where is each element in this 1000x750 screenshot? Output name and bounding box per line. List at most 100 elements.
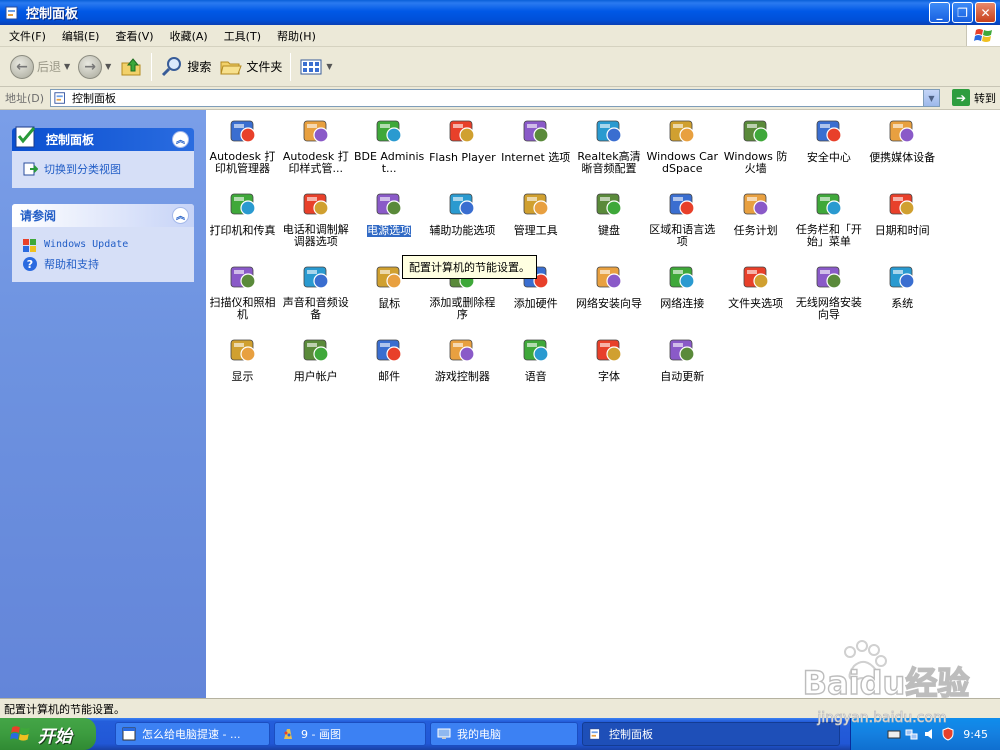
address-field[interactable]: 控制面板 ▼ — [50, 89, 940, 107]
folders-button[interactable]: 文件夹 — [215, 52, 286, 82]
task-box-header[interactable]: 控制面板 ︽ — [12, 126, 194, 151]
go-label: 转到 — [974, 91, 996, 105]
menu-help[interactable]: 帮助(H) — [268, 28, 323, 44]
go-button[interactable]: ➔ 转到 — [952, 89, 996, 106]
address-dropdown-icon[interactable]: ▼ — [923, 90, 939, 106]
window-title: 控制面板 — [26, 7, 79, 22]
control-panel-item[interactable]: 自动更新 — [646, 334, 719, 383]
control-panel-item[interactable]: 系统 — [866, 261, 939, 310]
control-panel-item[interactable]: 游戏控制器 — [426, 334, 499, 383]
task-label: 怎么给电脑提速 - ... — [142, 728, 241, 741]
address-label: 地址(D) — [5, 92, 45, 105]
control-panel-item-label: 网络连接 — [660, 297, 705, 310]
control-panel-item[interactable]: 语音 — [499, 334, 572, 383]
control-panel-item[interactable]: Realtek高清晰音频配置 — [573, 115, 646, 175]
control-panel-item[interactable]: 区域和语言选项 — [646, 188, 719, 248]
control-panel-item[interactable]: 用户帐户 — [279, 334, 352, 383]
control-panel-item-label: Windows 防火墙 — [723, 150, 788, 175]
control-panel-item-label: 辅助功能选项 — [429, 224, 496, 237]
switch-to-category-view-link[interactable]: 切换到分类视图 — [22, 159, 184, 178]
keyboard-icon — [596, 193, 622, 216]
control-panel-item-label: 电话和调制解调器选项 — [282, 223, 349, 248]
control-panel-item[interactable]: 文件夹选项 — [719, 261, 792, 310]
control-panel-item[interactable]: 声音和音频设备 — [279, 261, 352, 321]
collapse-chevron-icon[interactable]: ︽ — [172, 207, 189, 224]
close-button[interactable]: ✕ — [975, 2, 996, 23]
task-box-title: 控制面板 — [46, 133, 95, 147]
keyboard-tray-icon[interactable] — [887, 727, 901, 741]
mouse-icon — [376, 266, 402, 289]
collapse-chevron-icon[interactable]: ︽ — [172, 131, 189, 148]
control-panel-item[interactable]: 显示 — [206, 334, 279, 383]
control-panel-item[interactable]: 键盘 — [573, 188, 646, 237]
help-support-link[interactable]: ? 帮助和支持 — [22, 254, 184, 273]
security-center-icon — [816, 120, 842, 143]
control-panel-item[interactable]: 字体 — [573, 334, 646, 383]
start-button[interactable]: 开始 — [0, 718, 96, 750]
back-dropdown-icon[interactable]: ▼ — [64, 62, 70, 71]
control-panel-item[interactable]: 网络连接 — [646, 261, 719, 310]
control-panel-item[interactable]: 任务栏和「开始」菜单 — [792, 188, 865, 248]
control-panel-item[interactable]: 网络安装向导 — [573, 261, 646, 310]
control-panel-item[interactable]: 安全中心 — [792, 115, 865, 164]
firewall-icon — [743, 120, 769, 143]
task-label: 控制面板 — [609, 728, 653, 741]
taskbar-button-my-computer[interactable]: 我的电脑 — [430, 722, 578, 746]
back-button[interactable]: ← 后退 ▼ — [6, 52, 74, 82]
control-panel-item[interactable]: 邮件 — [353, 334, 426, 383]
search-button[interactable]: 搜索 — [156, 52, 215, 82]
network-tray-icon[interactable] — [905, 727, 919, 741]
up-button[interactable] — [115, 52, 147, 82]
views-button[interactable]: ▼ — [295, 52, 336, 82]
clock[interactable]: 9:45 — [963, 728, 988, 741]
forward-dropdown-icon[interactable]: ▼ — [105, 62, 111, 71]
menu-favorites[interactable]: 收藏(A) — [161, 28, 215, 44]
maximize-button[interactable]: ❐ — [952, 2, 973, 23]
toolbar-separator — [151, 52, 153, 81]
control-panel-item-label: 语音 — [524, 370, 547, 383]
control-panel-item[interactable]: Windows 防火墙 — [719, 115, 792, 175]
windows-flag-icon — [10, 726, 30, 741]
control-panel-item[interactable]: 管理工具 — [499, 188, 572, 237]
control-panel-item-label: Internet 选项 — [501, 151, 571, 164]
windows-update-link[interactable]: Windows Update — [22, 235, 184, 254]
security-tray-icon[interactable] — [941, 727, 955, 741]
control-panel-item[interactable]: 打印机和传真 — [206, 188, 279, 237]
folder-options-icon — [743, 266, 769, 289]
paint-icon — [284, 729, 292, 739]
control-panel-item[interactable]: 电源选项 — [353, 188, 426, 237]
menu-file[interactable]: 文件(F) — [0, 28, 53, 44]
control-panel-item[interactable]: 日期和时间 — [866, 188, 939, 237]
control-panel-item[interactable]: 无线网络安装向导 — [792, 261, 865, 321]
control-panel-item-label: 键盘 — [598, 224, 620, 237]
taskbar-button-paint[interactable]: 9 - 画图 — [274, 722, 426, 746]
region-language-icon — [669, 193, 695, 216]
control-panel-item[interactable]: Autodesk 打印样式管... — [279, 115, 352, 175]
views-dropdown-icon[interactable]: ▼ — [326, 62, 332, 71]
control-panel-item[interactable]: 便携媒体设备 — [866, 115, 939, 164]
control-panel-item-label: 鼠标 — [378, 297, 401, 310]
speech-icon — [523, 339, 549, 362]
control-panel-item[interactable]: Internet 选项 — [499, 115, 572, 164]
taskbar-button-browser[interactable]: 怎么给电脑提速 - ... — [115, 722, 270, 746]
game-controllers-icon — [449, 339, 475, 362]
volume-tray-icon[interactable] — [923, 727, 937, 741]
menu-tools[interactable]: 工具(T) — [215, 28, 268, 44]
control-panel-item[interactable]: Autodesk 打印机管理器 — [206, 115, 279, 175]
minimize-button[interactable]: _ — [929, 2, 950, 23]
control-panel-item[interactable]: Windows CardSpace — [646, 115, 719, 175]
help-icon: ? — [23, 256, 37, 271]
menu-view[interactable]: 查看(V) — [106, 28, 160, 44]
see-also-header[interactable]: 请参阅 ︽ — [12, 204, 194, 227]
control-panel-item[interactable]: 任务计划 — [719, 188, 792, 237]
menu-edit[interactable]: 编辑(E) — [53, 28, 107, 44]
control-panel-item-label: Realtek高清晰音频配置 — [577, 150, 641, 175]
control-panel-item[interactable]: 辅助功能选项 — [426, 188, 499, 237]
control-panel-item[interactable]: 电话和调制解调器选项 — [279, 188, 352, 248]
title-bar[interactable]: 控制面板 _ ❐ ✕ — [0, 0, 1000, 25]
control-panel-item[interactable]: 扫描仪和照相机 — [206, 261, 279, 321]
control-panel-item[interactable]: Flash Player — [426, 115, 499, 164]
taskbar-button-control-panel[interactable]: 控制面板 — [582, 722, 840, 746]
control-panel-item[interactable]: BDE Administ... — [353, 115, 426, 175]
forward-button[interactable]: → ▼ — [74, 52, 115, 82]
